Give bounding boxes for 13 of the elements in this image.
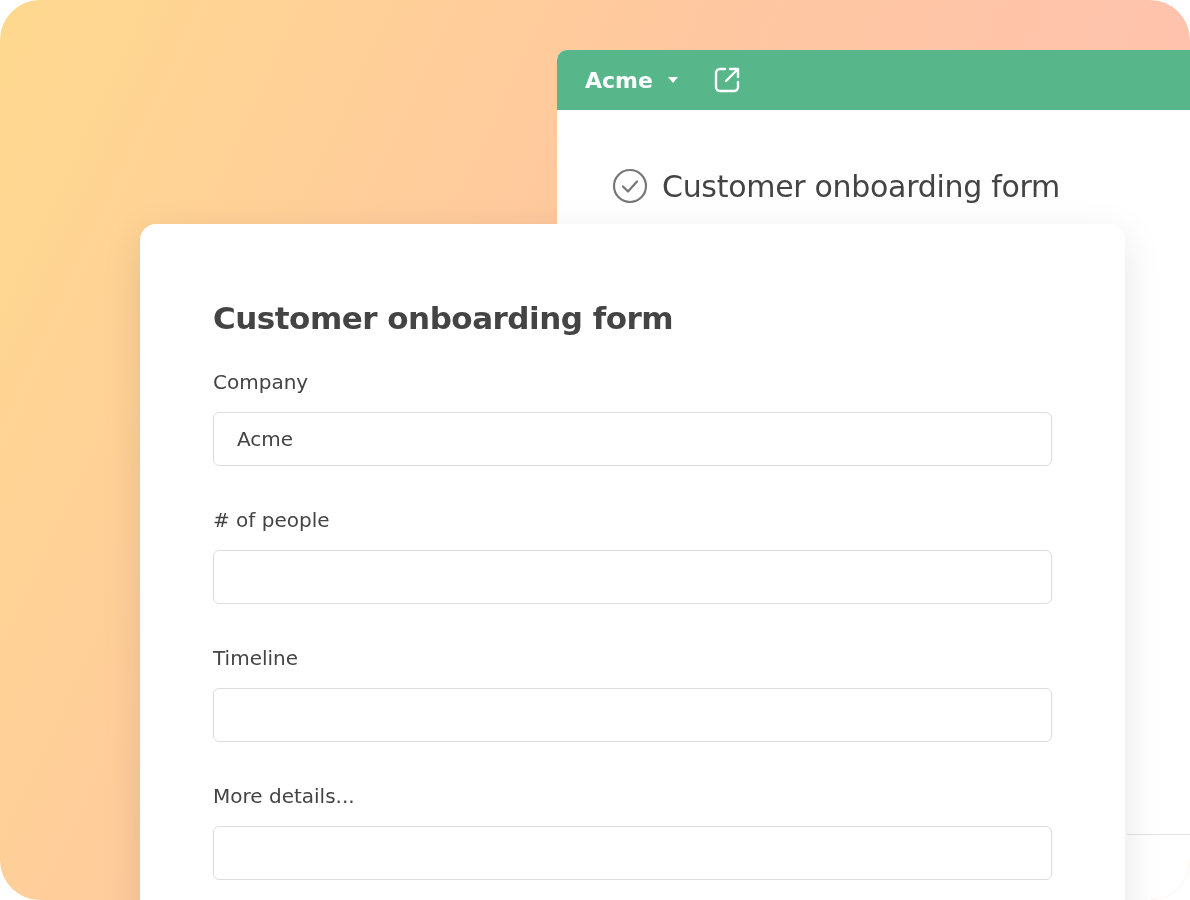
form-heading: Customer onboarding form <box>213 300 675 336</box>
check-circle-icon <box>612 168 648 204</box>
text-field[interactable] <box>213 826 1052 880</box>
field-label: More details... <box>213 784 356 808</box>
text-field[interactable] <box>213 688 1052 742</box>
form-title: Customer onboarding form <box>662 168 1060 204</box>
field-label: Company <box>213 370 310 394</box>
field-label: # of people <box>213 508 331 532</box>
text-field[interactable] <box>213 550 1052 604</box>
caret-icon <box>666 76 679 84</box>
field-label: Timeline <box>213 646 300 670</box>
external-link-icon[interactable] <box>712 66 741 94</box>
text-field[interactable]: Acme <box>213 412 1052 466</box>
